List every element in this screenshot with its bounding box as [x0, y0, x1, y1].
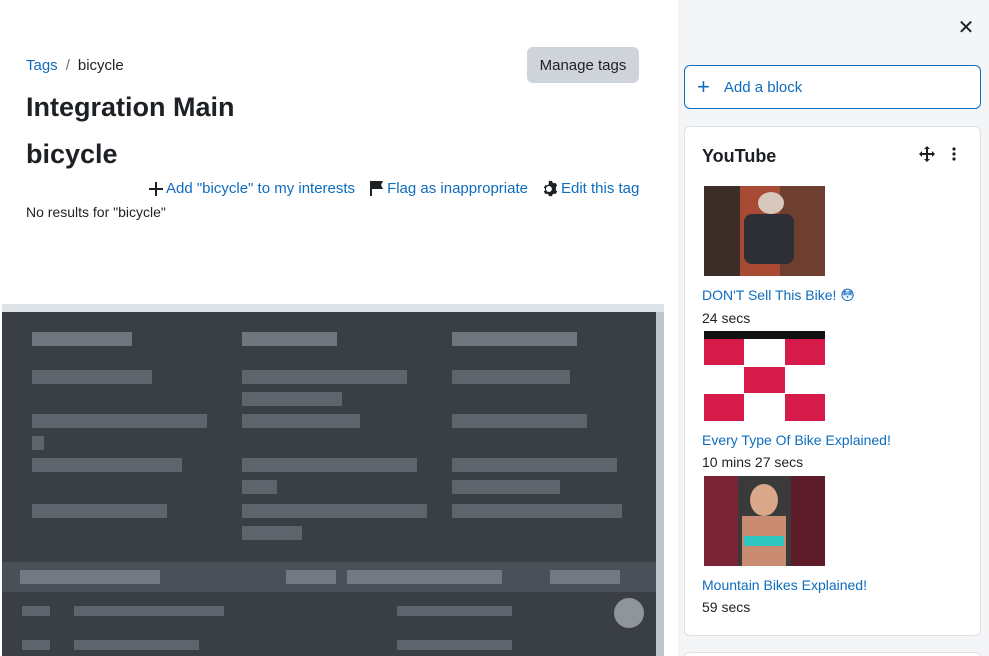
video-thumbnail[interactable]: [704, 186, 825, 276]
breadcrumb-tags-link[interactable]: Tags: [26, 57, 58, 74]
breadcrumb-current: bicycle: [77, 57, 124, 74]
page-title: Integration Main: [26, 92, 235, 122]
video-title-link[interactable]: Mountain Bikes Explained!: [702, 577, 962, 593]
edit-tag-label: Edit this tag: [560, 180, 640, 197]
main-content: Tags / bicycle Manage tags Integration M…: [0, 0, 678, 656]
breadcrumb: Tags / bicycle: [26, 57, 124, 74]
next-block-edge: [684, 652, 981, 656]
add-to-interests-link[interactable]: Add "bicycle" to my interests: [148, 180, 355, 197]
add-to-interests-label: Add "bicycle" to my interests: [166, 180, 356, 197]
tag-heading: bicycle: [26, 139, 118, 169]
breadcrumb-separator: /: [65, 57, 70, 74]
video-item: DON'T Sell This Bike! 😳 24 secs: [702, 186, 962, 326]
video-thumbnail[interactable]: [704, 331, 825, 421]
blurred-preview: [2, 304, 664, 656]
youtube-block: YouTube DON'T Sell This Bike! 😳 24 secs …: [684, 126, 981, 636]
add-block-label: Add a block: [723, 78, 803, 96]
close-icon: ✕: [957, 17, 975, 39]
video-item: Mountain Bikes Explained! 59 secs: [702, 476, 962, 615]
youtube-block-title: YouTube: [702, 146, 777, 166]
edit-tag-link[interactable]: Edit this tag: [542, 180, 639, 197]
video-duration: 10 mins 27 secs: [702, 454, 804, 470]
video-thumbnail[interactable]: [704, 476, 825, 566]
video-title-link[interactable]: DON'T Sell This Bike! 😳: [702, 287, 962, 304]
video-title-link[interactable]: Every Type Of Bike Explained!: [702, 432, 962, 448]
kebab-menu-icon[interactable]: [951, 146, 957, 162]
tag-actions: Add "bicycle" to my interests Flag as in…: [148, 180, 639, 197]
video-item: Every Type Of Bike Explained! 10 mins 27…: [702, 331, 962, 470]
manage-tags-button[interactable]: Manage tags: [527, 47, 639, 83]
video-duration: 24 secs: [702, 310, 751, 326]
plus-icon: +: [697, 74, 710, 99]
flag-inappropriate-link[interactable]: Flag as inappropriate: [369, 180, 528, 197]
move-icon[interactable]: [919, 146, 935, 162]
flag-icon: [370, 181, 384, 196]
no-results-message: No results for "bicycle": [26, 204, 166, 220]
video-duration: 59 secs: [702, 599, 751, 615]
plus-icon: [149, 181, 163, 196]
flag-inappropriate-label: Flag as inappropriate: [387, 180, 528, 197]
close-drawer-button[interactable]: ✕: [956, 18, 976, 38]
add-block-button[interactable]: + Add a block: [684, 65, 981, 109]
gear-icon: [543, 180, 558, 197]
blurred-preview-image: [2, 312, 664, 656]
